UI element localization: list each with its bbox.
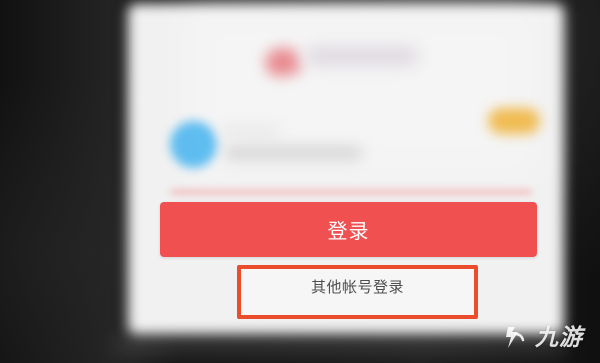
divider-line	[170, 190, 532, 194]
other-account-login-link[interactable]: 其他帐号登录	[237, 265, 478, 319]
brand-title-blur	[306, 47, 418, 65]
card-bottom-shadow	[118, 334, 566, 354]
account-name-blur	[220, 126, 280, 136]
avatar-icon	[170, 121, 217, 168]
login-button[interactable]: 登录	[160, 202, 537, 257]
status-badge	[488, 108, 540, 134]
watermark: 九游	[500, 317, 590, 359]
account-detail-blur	[224, 146, 362, 160]
watermark-text: 九游	[535, 324, 583, 351]
other-account-login-label: 其他帐号登录	[310, 277, 404, 296]
watermark-logo-icon	[500, 323, 530, 353]
